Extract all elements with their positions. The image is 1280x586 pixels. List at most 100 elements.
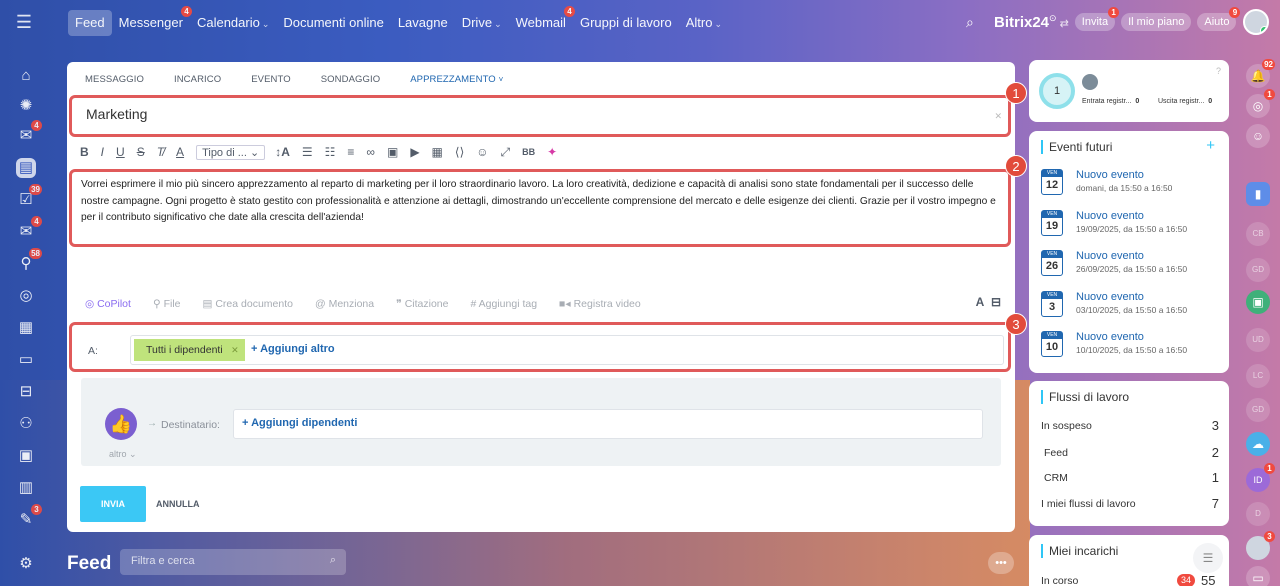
event-title[interactable]: Nuovo evento (1076, 331, 1144, 343)
tab-messaggio[interactable]: MESSAGGIO (85, 74, 144, 85)
remove-chip-icon[interactable]: ✕ (231, 339, 239, 361)
ordered-list-icon[interactable]: ☰ (302, 145, 313, 159)
contact-avatar[interactable]: LC (1246, 364, 1270, 388)
mention-action[interactable]: @ Menziona (315, 298, 374, 310)
nav-documenti-online[interactable]: Documenti online (276, 10, 390, 36)
list-icon[interactable]: ☰ (1193, 543, 1223, 573)
workflow-row[interactable]: I miei flussi di lavoro 7 (1041, 496, 1219, 511)
event-title[interactable]: Nuovo evento (1076, 250, 1144, 262)
recipient-chip[interactable]: Tutti i dipendenti ✕ (134, 339, 245, 361)
menu-icon[interactable]: ☰ (12, 10, 36, 34)
brand-logo[interactable]: Bitrix24⊙ ⇄ (994, 13, 1069, 31)
workflow-row[interactable]: In sospeso 3 (1041, 418, 1219, 433)
home-icon[interactable]: ⌂ (16, 66, 36, 86)
recipients-input[interactable]: Tutti i dipendenti ✕ + Aggiungi altro (130, 335, 1004, 365)
emoji-icon[interactable]: ☺ (476, 145, 488, 159)
thumbs-up-icon[interactable]: 👍 (105, 408, 137, 440)
link-icon[interactable]: ∞ (366, 145, 375, 159)
filter-icon[interactable]: ⚲ 58 (16, 248, 42, 274)
title-input[interactable]: Marketing ✕ (69, 95, 1011, 137)
workflow-row[interactable]: CRM 1 (1041, 470, 1219, 485)
feed-filter-input[interactable]: Filtra e cerca ⌕ (120, 549, 346, 575)
bold-icon[interactable]: B (80, 145, 89, 159)
messenger-icon[interactable]: ☺ (1246, 124, 1270, 148)
contact-avatar[interactable]: UD (1246, 328, 1270, 352)
whiteboard-icon[interactable]: ▣ (16, 446, 36, 466)
panel-toggle-icon[interactable]: ⊟ (991, 295, 1001, 309)
mail-icon[interactable]: ✉ 4 (16, 216, 42, 242)
align-icon[interactable]: ≡ (347, 145, 354, 159)
copilot-image-icon[interactable]: ✦ (547, 145, 557, 159)
font-size-icon[interactable]: ↕A (275, 145, 290, 159)
chat-icon[interactable]: ✉ 4 (16, 120, 42, 146)
file-action[interactable]: ⚲ File (153, 298, 181, 310)
copilot-action[interactable]: ◎ CoPilot (85, 298, 131, 310)
video-icon[interactable]: ▶ (410, 145, 419, 159)
event-item[interactable]: VEN 3 Nuovo evento 03/10/2025, da 15:50 a 1… (1041, 290, 1221, 323)
altro-dropdown[interactable]: altro ⌄ (109, 449, 137, 460)
bullet-list-icon[interactable]: ☷ (325, 145, 336, 159)
italic-icon[interactable]: I (101, 145, 104, 159)
record-video-action[interactable]: ■◂ Registra video (559, 298, 641, 310)
underline-icon[interactable]: U (116, 145, 125, 159)
clear-format-icon[interactable]: T̸ (157, 145, 164, 159)
plan-button[interactable]: Il mio piano (1121, 13, 1192, 31)
timeman-widget[interactable]: 1 ? Entrata registr... 0 Uscita registr.… (1029, 60, 1229, 122)
table-icon[interactable]: ▦ (432, 145, 443, 159)
nav-messenger[interactable]: Messenger 4 (112, 6, 192, 36)
help-icon[interactable]: ? (1216, 66, 1221, 76)
strikethrough-icon[interactable]: S (137, 145, 145, 159)
contact-avatar[interactable]: CB (1246, 222, 1270, 246)
copilot-icon[interactable]: ✺ (16, 96, 36, 116)
drive-icon[interactable]: ⊟ (16, 382, 36, 402)
event-item[interactable]: VEN 10 Nuovo evento 10/10/2025, da 15:50 a … (1041, 331, 1221, 363)
chat-avatar[interactable]: ☁ (1246, 432, 1270, 456)
add-event-icon[interactable]: + (1206, 137, 1215, 154)
nav-drive[interactable]: Drive ⌄ (455, 10, 509, 37)
add-employees-input[interactable]: + Aggiungi dipendenti (233, 409, 983, 439)
contact-avatar[interactable]: D (1246, 502, 1270, 526)
feed-icon[interactable]: ▤ (16, 158, 36, 178)
nav-feed[interactable]: Feed (68, 10, 112, 36)
settings-icon[interactable]: ⚙ (16, 554, 36, 574)
create-doc-action[interactable]: ▤ Crea documento (203, 298, 293, 310)
user-avatar[interactable] (1243, 9, 1269, 35)
fullscreen-icon[interactable]: ⤢ (501, 145, 511, 160)
nav-calendario[interactable]: Calendario ⌄ (190, 10, 276, 37)
event-item[interactable]: VEN 19 Nuovo evento 19/09/2025, da 15:50 a … (1041, 209, 1221, 242)
font-type-select[interactable]: Tipo di ... ⌄ (196, 144, 266, 160)
workflow-row[interactable]: Feed 2 (1041, 445, 1219, 460)
pulse-icon[interactable]: ◎ 1 (1246, 89, 1275, 118)
contact-avatar[interactable]: GD (1246, 398, 1270, 422)
font-toggle-icon[interactable]: A (976, 295, 985, 309)
calendar-icon[interactable]: ▦ (16, 318, 36, 338)
nav-lavagne[interactable]: Lavagne (391, 10, 455, 36)
quote-action[interactable]: ❞ Citazione (396, 298, 448, 310)
image-icon[interactable]: ▣ (387, 145, 398, 159)
document-icon[interactable]: ▭ (16, 350, 36, 370)
target-icon[interactable]: ◎ (16, 286, 36, 306)
user-avatar[interactable]: ID 1 (1246, 463, 1275, 492)
profile-avatar[interactable]: 3 (1246, 531, 1275, 560)
message-body[interactable]: Vorrei esprimere il mio più sincero appr… (69, 169, 1011, 247)
bp-icon[interactable]: ✎ 3 (16, 504, 42, 530)
event-title[interactable]: Nuovo evento (1076, 210, 1144, 222)
add-more-link[interactable]: + Aggiungi altro (251, 343, 335, 355)
bell-icon[interactable]: 🔔 92 (1246, 59, 1275, 88)
groups-icon[interactable]: ⚇ (16, 414, 36, 434)
event-title[interactable]: Nuovo evento (1076, 169, 1144, 181)
code-icon[interactable]: ⟨⟩ (455, 145, 464, 159)
bbcode-icon[interactable]: BB (522, 147, 535, 157)
search-icon[interactable]: ⌕ (966, 14, 986, 31)
contact-avatar[interactable]: GD (1246, 258, 1270, 282)
tab-incarico[interactable]: INCARICO (174, 74, 221, 85)
event-item[interactable]: VEN 26 Nuovo evento 26/09/2025, da 15:50 a … (1041, 250, 1221, 282)
help-button[interactable]: Aiuto 9 (1197, 7, 1241, 31)
tab-apprezzamento[interactable]: APPREZZAMENTO ˅ (410, 74, 503, 85)
send-button[interactable]: INVIA (80, 486, 146, 522)
event-title[interactable]: Nuovo evento (1076, 291, 1144, 303)
tasks-icon[interactable]: ☑ 39 (16, 184, 42, 210)
bookmark-icon[interactable]: ▮ (1246, 182, 1270, 206)
cancel-button[interactable]: ANNULLA (156, 499, 200, 509)
clear-title-icon[interactable]: ✕ (994, 111, 1002, 122)
